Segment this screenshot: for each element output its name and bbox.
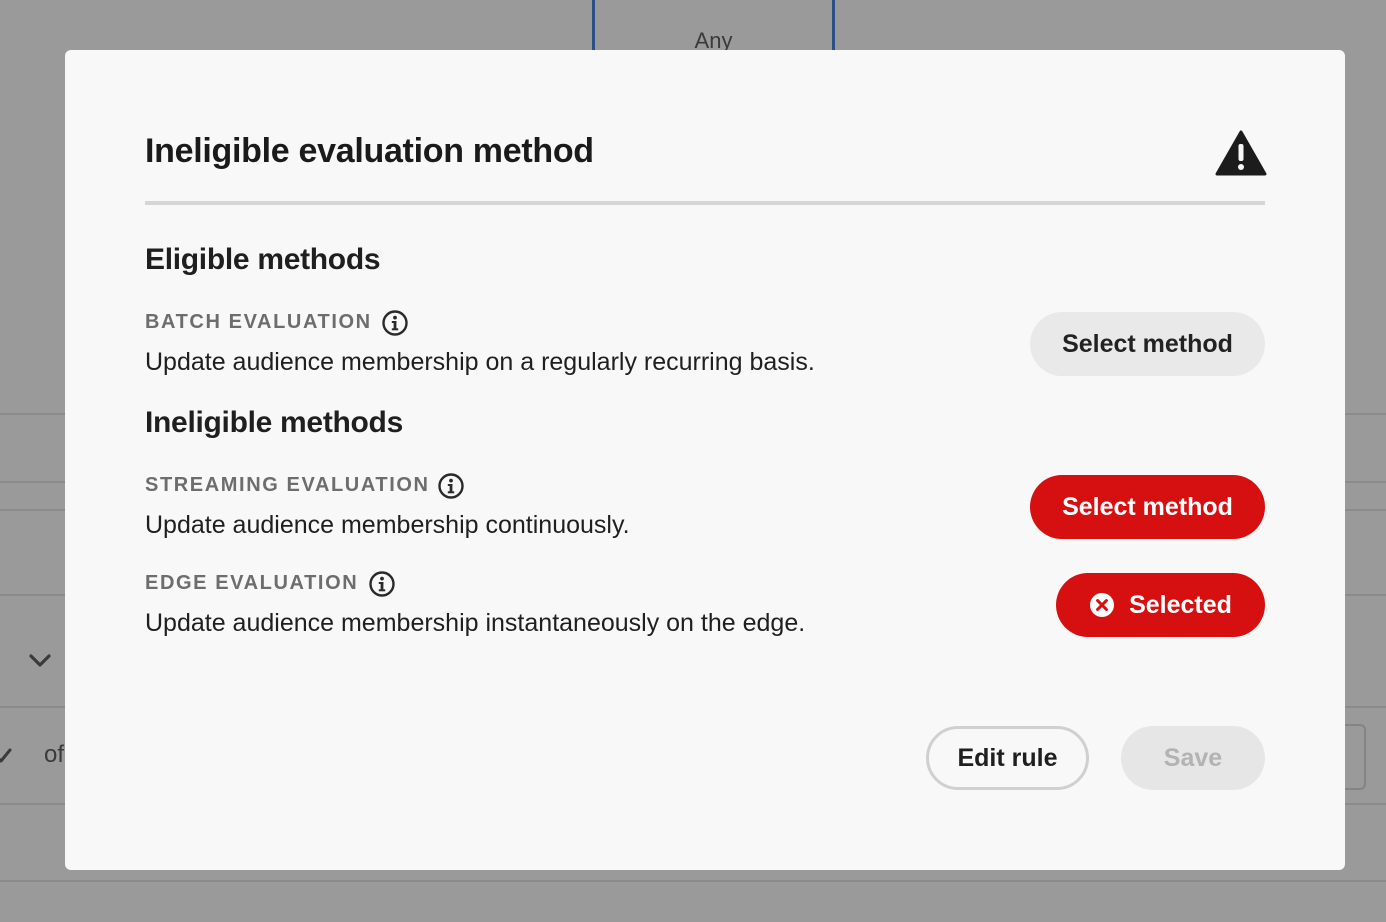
eligible-methods-heading: Eligible methods [145,243,381,276]
batch-select-method-button[interactable]: Select method [1030,312,1265,376]
warning-triangle-icon [1215,130,1267,176]
chevron-down-icon [29,654,51,667]
x-circle-icon [1090,593,1115,617]
batch-evaluation-description: Update audience membership on a regularl… [145,348,815,376]
info-icon[interactable] [437,472,465,500]
info-icon[interactable] [368,570,396,598]
background-divider [0,880,1386,882]
info-icon[interactable] [381,309,409,337]
edge-selected-button[interactable]: Selected [1056,573,1265,637]
save-button[interactable]: Save [1121,726,1265,790]
checkmark-icon [0,748,12,763]
ineligible-method-dialog: Ineligible evaluation method Eligible me… [65,50,1345,870]
background-partial-text: of [44,741,65,768]
batch-evaluation-label: BATCH EVALUATION [145,311,372,333]
streaming-evaluation-label: STREAMING EVALUATION [145,474,430,496]
edge-selected-label: Selected [1129,590,1232,619]
edit-rule-button[interactable]: Edit rule [926,726,1089,790]
edge-evaluation-label: EDGE EVALUATION [145,572,359,594]
ineligible-methods-heading: Ineligible methods [145,406,403,439]
dialog-title: Ineligible evaluation method [145,132,594,170]
streaming-select-method-button[interactable]: Select method [1030,475,1265,539]
edge-evaluation-description: Update audience membership instantaneous… [145,609,806,637]
background-any-tab: Any [592,0,835,56]
streaming-evaluation-description: Update audience membership continuously. [145,511,630,539]
title-divider [145,201,1265,205]
